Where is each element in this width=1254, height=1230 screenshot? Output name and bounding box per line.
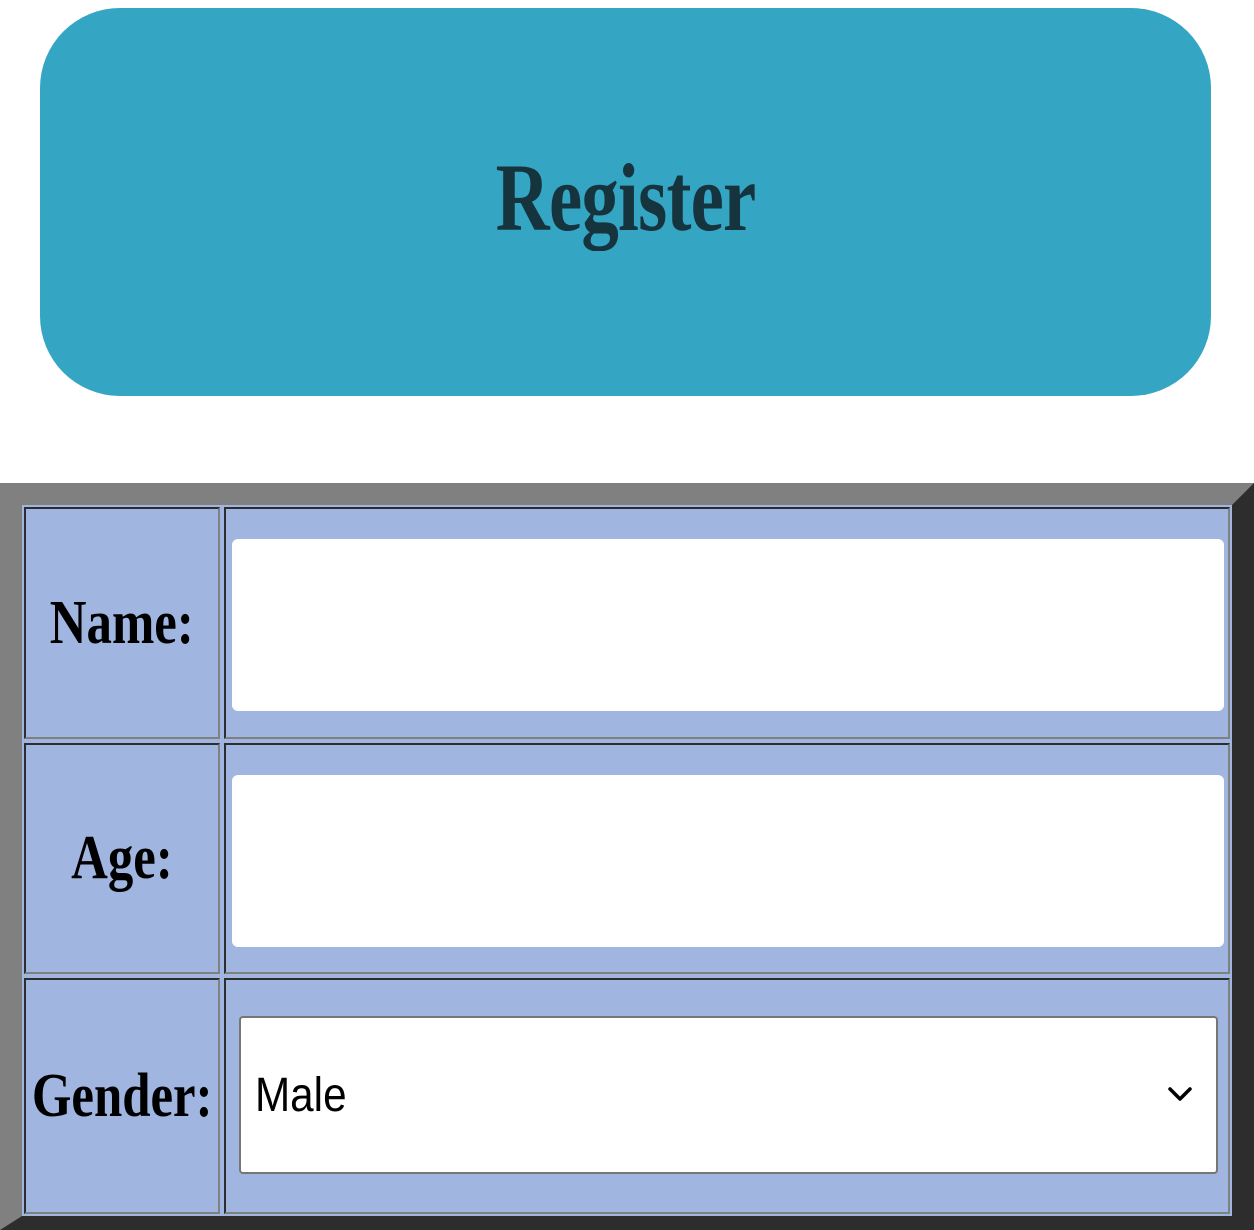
age-field-cell — [224, 743, 1230, 974]
form-row-age: Age: — [22, 741, 1232, 976]
age-input[interactable] — [232, 775, 1224, 947]
chevron-down-icon — [1168, 1087, 1192, 1101]
registration-form: Name: Age: Gender: Male — [0, 483, 1254, 1230]
gender-label: Gender: — [31, 1061, 213, 1130]
name-input[interactable] — [232, 539, 1224, 711]
age-label: Age: — [71, 824, 173, 892]
form-table: Name: Age: Gender: Male — [22, 505, 1232, 1216]
gender-label-cell: Gender: — [24, 978, 220, 1214]
name-label-cell: Name: — [24, 507, 220, 739]
name-field-cell — [224, 507, 1230, 739]
name-label: Name: — [50, 588, 194, 657]
register-header: Register — [40, 8, 1211, 396]
form-row-gender: Gender: Male — [22, 976, 1232, 1216]
gender-select-value: Male — [255, 1068, 347, 1122]
page-title: Register — [495, 143, 757, 251]
gender-select[interactable]: Male — [239, 1016, 1218, 1174]
age-label-cell: Age: — [24, 743, 220, 974]
gender-field-cell: Male — [224, 978, 1230, 1214]
form-row-name: Name: — [22, 505, 1232, 741]
